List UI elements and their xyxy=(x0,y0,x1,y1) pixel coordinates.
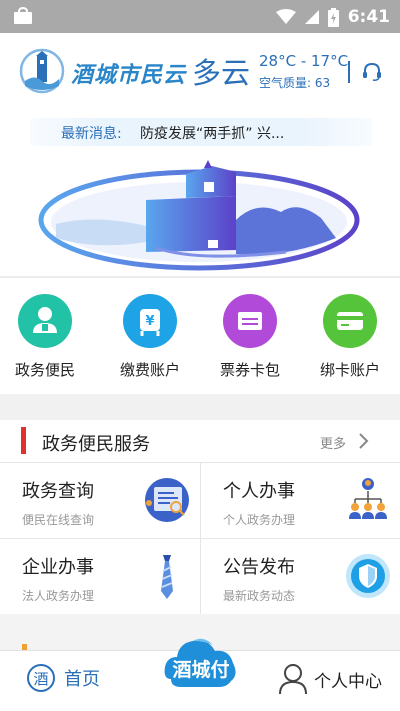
quick-action-gov-service[interactable]: 政务便民 xyxy=(5,294,85,380)
banner-illustration[interactable] xyxy=(36,160,362,272)
person-service-icon xyxy=(18,294,72,348)
app-header: 酒城市民云 多云 28°C - 17°C 空气质量: 63 xyxy=(0,33,400,113)
header-divider xyxy=(348,61,350,83)
nav-home-label: 首页 xyxy=(64,669,100,690)
svg-text:¥: ¥ xyxy=(145,314,154,329)
bank-card-icon xyxy=(323,294,377,348)
service-card-enterprise-affairs[interactable]: 企业办事 法人政务办理 xyxy=(0,539,200,615)
nav-pay-label: 酒城付 xyxy=(172,659,230,681)
news-headline[interactable]: 防疫发展“两手抓” 兴... xyxy=(140,123,284,143)
section-accent-bar xyxy=(21,427,26,454)
yen-payment-icon: ¥ xyxy=(123,294,177,348)
quick-action-label: 政务便民 xyxy=(14,361,75,379)
news-ticker[interactable]: 最新消息: 防疫发展“两手抓” 兴... xyxy=(30,118,372,146)
service-title: 个人办事 xyxy=(223,481,295,502)
news-label: 最新消息: xyxy=(61,126,122,142)
nav-personal-center-label: 个人中心 xyxy=(314,671,382,692)
nav-home[interactable]: 酒 首页 xyxy=(26,663,100,693)
service-card-gov-query[interactable]: 政务查询 便民在线查询 xyxy=(0,463,200,539)
people-network-icon xyxy=(349,478,387,519)
quick-action-bind-card[interactable]: 绑卡账户 xyxy=(310,294,390,380)
service-title: 企业办事 xyxy=(22,557,94,578)
svg-text:酒: 酒 xyxy=(33,670,48,688)
city-logo-icon xyxy=(19,48,65,94)
service-card-personal-affairs[interactable]: 个人办事 个人政务办理 xyxy=(200,463,400,539)
wifi-icon xyxy=(275,9,296,24)
status-time: 6:41 xyxy=(347,7,390,27)
service-title: 政务查询 xyxy=(22,481,94,502)
spacer xyxy=(0,394,400,420)
services-section-header: 政务便民服务 更多 xyxy=(0,420,400,462)
service-subtitle: 法人政务办理 xyxy=(22,589,95,603)
section-title: 政务便民服务 xyxy=(42,434,150,455)
service-card-announcements[interactable]: 公告发布 最新政务动态 xyxy=(200,539,400,615)
necktie-icon xyxy=(161,555,173,599)
chevron-right-icon[interactable] xyxy=(358,432,370,450)
battery-charging-icon xyxy=(327,7,339,27)
quick-action-label: 缴费账户 xyxy=(119,361,180,379)
more-link[interactable]: 更多 xyxy=(320,433,346,452)
search-document-icon xyxy=(145,478,189,522)
home-logo-icon: 酒 xyxy=(27,664,55,692)
nav-personal-center[interactable]: 个人中心 xyxy=(278,663,382,695)
headset-icon[interactable] xyxy=(362,62,382,82)
quick-action-label: 绑卡账户 xyxy=(319,361,380,379)
shield-check-icon xyxy=(346,554,390,598)
nav-pay-button[interactable]: 酒城付 xyxy=(163,629,239,705)
quick-actions: 政务便民 ¥ 缴费账户 票券卡包 绑卡账户 xyxy=(0,278,400,394)
quick-action-payment-account[interactable]: ¥ 缴费账户 xyxy=(110,294,190,380)
air-quality: 空气质量: 63 xyxy=(259,76,331,90)
ticket-icon xyxy=(223,294,277,348)
service-subtitle: 个人政务办理 xyxy=(223,513,296,527)
services-grid: 政务查询 便民在线查询 个人办事 个人政务办理 企业办事 法人政务办理 公告发布… xyxy=(0,462,400,615)
app-name: 酒城市民云 xyxy=(71,62,187,88)
service-subtitle: 最新政务动态 xyxy=(223,589,296,603)
status-bar: 6:41 xyxy=(0,0,400,33)
temperature-range: 28°C - 17°C xyxy=(259,52,349,70)
app-notification-icon xyxy=(14,7,32,24)
bottom-navigation: 酒 首页 酒城付 个人中心 xyxy=(0,638,400,711)
weather-condition: 多云 xyxy=(192,56,251,90)
service-title: 公告发布 xyxy=(223,557,295,578)
user-icon xyxy=(279,664,307,695)
quick-action-ticket-wallet[interactable]: 票券卡包 xyxy=(210,294,290,380)
quick-action-label: 票券卡包 xyxy=(219,361,280,379)
signal-icon xyxy=(304,10,319,24)
service-subtitle: 便民在线查询 xyxy=(22,513,95,527)
